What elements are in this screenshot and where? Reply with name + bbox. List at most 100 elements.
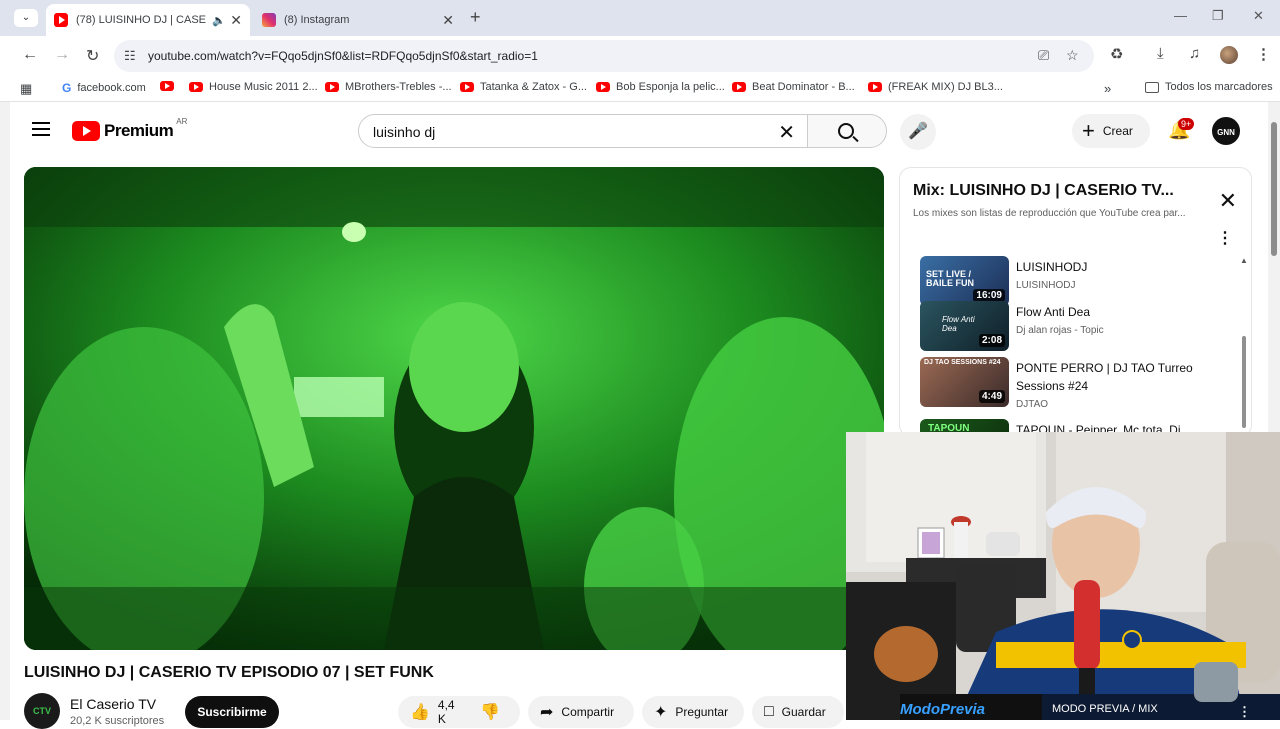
subscribe-button[interactable]: Suscribirme (185, 696, 279, 728)
forward-icon[interactable]: → (54, 46, 70, 64)
back-icon[interactable]: ← (22, 46, 38, 64)
profile-avatar[interactable] (1220, 46, 1238, 64)
close-tab-icon[interactable]: ✕ (230, 12, 242, 29)
install-app-icon[interactable]: ⎚ (1038, 47, 1049, 64)
youtube-header: Premium AR luisinho dj ✕ 🎤 + Crear 🔔 9+ G… (10, 102, 1268, 160)
channel-name[interactable]: El Caserio TV (70, 696, 156, 712)
address-toolbar: ← → ↻ ☷ youtube.com/watch?v=FQqo5djnSf0&… (0, 36, 1280, 76)
instagram-favicon-icon (262, 13, 276, 27)
address-bar[interactable]: ☷ youtube.com/watch?v=FQqo5djnSf0&list=R… (114, 40, 1094, 72)
playlist-scrollbar[interactable] (1242, 336, 1246, 428)
bookmark-youtube[interactable] (160, 81, 180, 91)
all-bookmarks-folder[interactable]: Todos los marcadores (1145, 81, 1273, 93)
video-thumbnail: SET LIVE / BAILE FUN 16:09 (920, 256, 1009, 306)
youtube-icon (732, 82, 746, 92)
scroll-up-arrow-icon[interactable]: ▲ (1240, 256, 1248, 265)
tab-search-button[interactable]: ⌄ (14, 9, 38, 27)
close-window-icon[interactable]: ✕ (1253, 8, 1264, 24)
site-info-icon[interactable]: ☷ (124, 48, 136, 64)
video-frame (24, 167, 884, 650)
item-title: PONTE PERRO | DJ TAO Turreo Sessions #24 (1016, 361, 1193, 393)
bookmark-house-music[interactable]: House Music 2011 2... (189, 81, 318, 93)
webcam-more-icon[interactable]: ⋮ (1238, 704, 1251, 720)
save-button[interactable]: □ Guardar (752, 696, 844, 728)
subscriber-count: 20,2 K suscriptores (70, 715, 165, 727)
hamburger-menu-icon[interactable] (32, 122, 50, 140)
webcam-overlay: ModoPrevia ⋮ (846, 432, 1280, 720)
bookmark-bob-esponja[interactable]: Bob Esponja la pelic... (596, 81, 725, 93)
youtube-icon (868, 82, 882, 92)
youtube-favicon-icon (54, 13, 68, 27)
create-button[interactable]: + Crear (1072, 114, 1150, 148)
youtube-premium-logo[interactable]: Premium AR (72, 117, 187, 141)
item-author: DJTAO (1016, 399, 1049, 410)
close-playlist-icon[interactable]: ✕ (1219, 188, 1237, 214)
restore-icon[interactable]: ❐ (1212, 8, 1224, 24)
plus-icon: + (1082, 118, 1095, 143)
webcam-frame (846, 432, 1280, 720)
youtube-logo-icon (72, 121, 100, 141)
more-bookmarks-icon[interactable]: » (1104, 81, 1111, 96)
bookmark-freak-mix[interactable]: (FREAK MIX) DJ BL3... (868, 81, 1003, 93)
google-icon: G (62, 81, 72, 95)
voice-search-icon[interactable]: 🎤 (900, 114, 936, 150)
like-dislike-group: 👍 4,4 K 👎 (398, 696, 520, 728)
playlist-item[interactable]: Flow Anti Dea 2:08 Flow Anti Dea Dj alan… (920, 301, 1240, 353)
search-input[interactable]: luisinho dj ✕ (358, 114, 808, 148)
mix-playlist-panel: Mix: LUISINHO DJ | CASERIO TV... Los mix… (899, 167, 1252, 437)
folder-icon (1145, 81, 1159, 93)
youtube-icon (325, 82, 339, 92)
search-button[interactable] (807, 114, 887, 148)
item-title: Flow Anti Dea (1016, 305, 1091, 319)
youtube-icon (160, 81, 174, 91)
item-author: Dj alan rojas - Topic (1016, 325, 1104, 336)
modo-previa-logo: ModoPrevia (900, 701, 986, 718)
ask-button[interactable]: ✦ Preguntar (642, 696, 744, 728)
playlist-subtitle: Los mixes son listas de reproducción que… (913, 208, 1186, 219)
dislike-icon[interactable]: 👎 (480, 702, 500, 722)
item-title: LUISINHODJ (1016, 260, 1088, 274)
playlist-menu-icon[interactable]: ⋮ (1217, 228, 1233, 248)
apps-grid-icon[interactable]: ▦ (20, 81, 32, 97)
playlist-title[interactable]: Mix: LUISINHO DJ | CASERIO TV... (913, 182, 1174, 200)
duration-badge: 4:49 (978, 390, 1005, 403)
bookmark-beat-dominator[interactable]: Beat Dominator - B... (732, 81, 855, 93)
reload-icon[interactable]: ↻ (86, 46, 99, 66)
thumbnail-caption: DJ TAO SESSIONS #24 (924, 359, 1001, 366)
account-avatar[interactable]: GNN (1212, 117, 1240, 145)
browser-menu-icon[interactable]: ⋮ (1256, 45, 1271, 63)
like-icon[interactable]: 👍 (410, 702, 430, 722)
tab-youtube[interactable]: (78) LUISINHO DJ | CASERIO 🔈 ✕ (46, 4, 250, 36)
channel-avatar[interactable]: CTV (24, 693, 60, 729)
video-player[interactable] (24, 167, 884, 650)
tab-instagram[interactable]: (8) Instagram ✕ (254, 4, 462, 36)
bookmark-star-icon[interactable]: ☆ (1066, 47, 1079, 64)
share-button[interactable]: ➦ Compartir (528, 696, 634, 728)
page-scrollbar[interactable] (1268, 102, 1280, 432)
url-text[interactable]: youtube.com/watch?v=FQqo5djnSf0&list=RDF… (148, 49, 538, 63)
bookmark-tatanka[interactable]: Tatanka & Zatox - G... (460, 81, 587, 93)
media-control-icon[interactable]: ♫ (1189, 45, 1200, 62)
thumbnail-caption: SET LIVE / BAILE FUN (926, 269, 974, 288)
close-tab-icon[interactable]: ✕ (442, 12, 454, 29)
like-count[interactable]: 4,4 K (438, 698, 464, 726)
new-tab-icon[interactable]: + (470, 7, 481, 28)
left-edge (0, 102, 10, 720)
tab-strip: ⌄ (78) LUISINHO DJ | CASERIO 🔈 ✕ (8) Ins… (0, 0, 1280, 36)
notification-badge: 9+ (1178, 118, 1195, 130)
youtube-icon (460, 82, 474, 92)
bookmark-facebook[interactable]: Gfacebook.com (62, 81, 146, 95)
playlist-item[interactable]: DJ TAO SESSIONS #24 4:49 PONTE PERRO | D… (920, 357, 1240, 410)
duration-badge: 2:08 (978, 334, 1005, 347)
sparkle-icon: ✦ (654, 704, 668, 721)
extensions-icon[interactable]: ♻ (1110, 45, 1123, 63)
video-thumbnail: Flow Anti Dea 2:08 (920, 301, 1009, 351)
clear-search-icon[interactable]: ✕ (778, 120, 795, 145)
webcam-caption: MODO PREVIA / MIX (1052, 703, 1158, 715)
speaker-icon[interactable]: 🔈 (212, 14, 226, 27)
bookmark-mbrothers[interactable]: MBrothers-Trebles -... (325, 81, 452, 93)
bookmark-icon: □ (764, 703, 774, 720)
item-author: LUISINHODJ (1016, 280, 1076, 291)
download-icon[interactable]: ⤓ (1157, 45, 1164, 62)
minimize-icon[interactable]: — (1174, 8, 1187, 23)
